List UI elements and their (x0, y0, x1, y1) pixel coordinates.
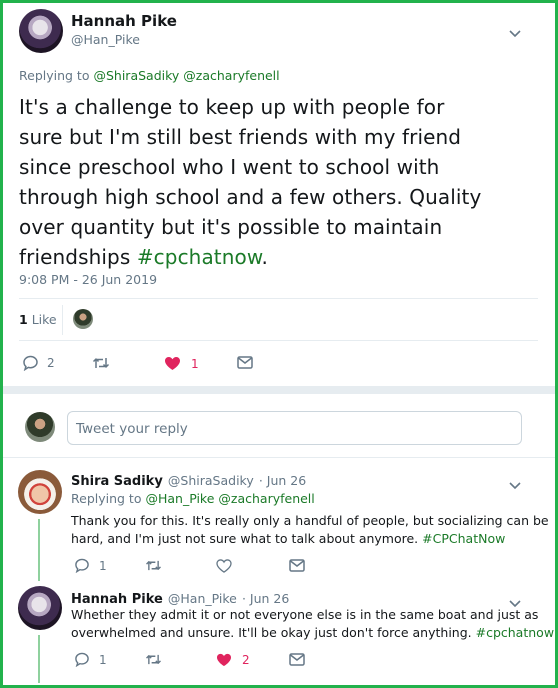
thread-line (38, 635, 40, 683)
reply-count: 1 (99, 558, 107, 573)
reply-line: Whether they admit it or not everyone el… (71, 607, 539, 622)
author-handle[interactable]: @Han_Pike (71, 32, 140, 47)
tweet-date[interactable]: · Jun 26 (259, 473, 306, 488)
message-icon (289, 653, 305, 666)
chevron-down-icon[interactable] (509, 475, 521, 494)
replying-handles-link[interactable]: @Han_Pike @zacharyfenell (145, 491, 314, 506)
my-avatar[interactable] (25, 412, 55, 442)
author-name[interactable]: Shira Sadiky (71, 474, 163, 489)
message-icon (289, 559, 305, 572)
reply-line-text: hard, and I'm just not sure what to talk… (71, 530, 423, 546)
divider-vertical (62, 305, 63, 335)
like-count: 2 (242, 653, 250, 667)
timestamp[interactable]: 9:08 PM - 26 Jun 2019 (19, 272, 157, 287)
likes-label: Like (31, 312, 57, 327)
direct-message-button[interactable] (237, 356, 253, 369)
reply-line: overwhelmed and unsure. It'll be okay ju… (71, 624, 554, 642)
thread-line (38, 519, 40, 581)
tweet-line: It's a challenge to keep up with people … (19, 95, 445, 119)
retweet-button[interactable] (92, 356, 110, 370)
direct-message-button[interactable] (289, 559, 305, 572)
tweet-text: It's a challenge to keep up with people … (19, 92, 539, 272)
reply-line-text: overwhelmed and unsure. It'll be okay ju… (71, 624, 476, 640)
avatar[interactable] (18, 470, 62, 514)
replying-prefix: Replying to (19, 68, 90, 83)
like-button[interactable] (216, 559, 232, 573)
reply-button[interactable]: 1 (74, 652, 107, 667)
retweet-icon (146, 560, 161, 571)
message-icon (237, 356, 253, 369)
reply-header: Hannah Pike @Han_Pike · Jun 26 (71, 588, 289, 607)
tweet-line: sure but I'm still best friends with my … (19, 125, 462, 149)
tweet-line: since preschool who I went to school wit… (19, 155, 440, 179)
replying-to: Replying to @Han_Pike @zacharyfenell (71, 491, 315, 506)
hashtag-link[interactable]: #CPChatNow (422, 531, 505, 546)
retweet-icon (146, 654, 161, 665)
hashtag-link[interactable]: #cpchatnow (476, 625, 554, 640)
replying-handles-link[interactable]: @ShiraSadiky @zacharyfenell (93, 68, 279, 83)
likes-stat[interactable]: 1 Like (19, 312, 57, 327)
reply-text: Whether they admit it or not everyone el… (71, 606, 554, 642)
divider (19, 298, 538, 299)
chevron-down-icon[interactable] (509, 23, 521, 42)
reply-text: Thank you for this. It's really only a h… (71, 512, 549, 548)
tweet-line: over quantity but it's possible to maint… (19, 215, 443, 239)
liker-avatar[interactable] (73, 309, 93, 329)
divider (19, 340, 538, 341)
like-button[interactable]: 2 (216, 653, 250, 667)
tweet-period: . (261, 245, 268, 269)
reply-header: Shira Sadiky @ShiraSadiky · Jun 26 (71, 470, 306, 489)
reply-input[interactable]: Tweet your reply (67, 411, 522, 445)
retweet-button[interactable] (145, 653, 162, 666)
likes-count: 1 (19, 312, 28, 327)
reply-icon (23, 355, 38, 371)
reply-icon (75, 558, 89, 573)
avatar[interactable] (19, 9, 63, 53)
heart-icon (217, 653, 231, 667)
like-button[interactable]: 1 (164, 356, 199, 371)
author-handle[interactable]: @Han_Pike (168, 591, 237, 606)
replying-to: Replying to @ShiraSadiky @zacharyfenell (19, 68, 280, 83)
author-name[interactable]: Hannah Pike (71, 592, 163, 607)
reply-icon (75, 652, 89, 667)
tweet-line: through high school and a few others. Qu… (19, 185, 482, 209)
author-handle[interactable]: @ShiraSadiky (168, 473, 254, 488)
section-separator (3, 386, 555, 394)
author-name[interactable]: Hannah Pike (71, 12, 177, 30)
retweet-button[interactable] (145, 559, 162, 572)
heart-icon (165, 357, 180, 370)
reply-count: 2 (47, 356, 55, 370)
divider (3, 457, 555, 458)
heart-icon (216, 559, 232, 573)
tweet-line-last: friendships #cpchatnow. (19, 242, 539, 272)
tweet-line-text: friendships (19, 245, 137, 269)
direct-message-button[interactable] (289, 653, 305, 666)
like-count: 1 (191, 356, 199, 371)
reply-button[interactable]: 2 (22, 355, 55, 371)
avatar[interactable] (18, 586, 62, 630)
reply-line: hard, and I'm just not sure what to talk… (71, 530, 541, 548)
retweet-icon (92, 358, 110, 368)
hashtag-link[interactable]: #cpchatnow (137, 245, 262, 269)
reply-count: 1 (99, 652, 107, 667)
replying-prefix: Replying to (71, 491, 142, 506)
reply-button[interactable]: 1 (74, 558, 107, 573)
reply-line: Thank you for this. It's really only a h… (71, 513, 549, 528)
tweet-date[interactable]: · Jun 26 (242, 591, 289, 606)
